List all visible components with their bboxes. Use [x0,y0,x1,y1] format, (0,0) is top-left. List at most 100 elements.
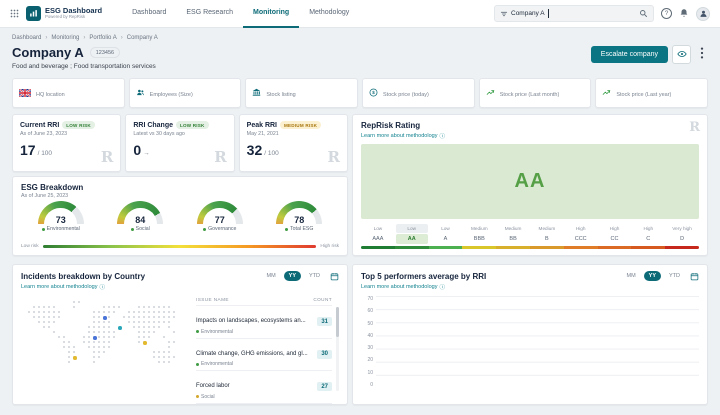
map-dot [103,341,105,343]
global-search-input[interactable]: Company A [494,5,654,22]
info-card-stock-price-today: $ Stock price (today)11'498.00 GBX [362,78,475,108]
learn-more-link[interactable]: Learn more about methodologyⓘ [353,283,707,291]
nav-dashboard[interactable]: Dashboard [122,0,176,28]
breadcrumb-portfolio-a[interactable]: Portfolio A [89,35,116,41]
issue-category-dot [196,330,199,333]
map-dot [153,356,155,358]
watch-company-button[interactable] [672,45,691,64]
rri-value: 0 [133,142,141,158]
app-grid-icon[interactable] [10,9,19,18]
table-row[interactable]: Forced labor Social 27 [196,370,332,403]
scrollbar-thumb[interactable] [336,307,339,337]
map-dot [118,306,120,308]
map-dot [53,311,55,313]
map-dot [168,316,170,318]
issue-category-dot [196,363,199,366]
company-id-badge: 123456 [90,47,120,58]
nav-methodology[interactable]: Methodology [299,0,359,28]
peak-rri-card: Peak RRI MEDIUM RISK May 21, 2021 32/ 10… [239,114,348,172]
period-mm-button[interactable]: MM [621,271,640,281]
rating-grade-label: CCC [565,234,597,244]
map-dot [93,341,95,343]
map-dot [103,336,105,338]
map-incident-marker[interactable] [143,341,147,345]
user-avatar[interactable] [696,7,710,21]
more-options-button[interactable] [695,45,708,64]
breadcrumb-dashboard[interactable]: Dashboard [12,35,41,41]
rating-scale-strip [361,246,395,249]
calendar-button[interactable] [690,272,699,281]
map-incident-marker[interactable] [93,336,97,340]
period-yy-button[interactable]: YY [644,271,661,281]
table-row[interactable]: Climate change, GHG emissions, and gl...… [196,338,332,371]
map-dot [48,316,50,318]
map-incident-marker[interactable] [118,326,122,330]
map-dot [163,321,165,323]
rri-value: 17 [20,142,36,158]
map-dot [103,311,105,313]
rating-scale-strip [665,246,699,249]
rri-denominator: / 100 [264,150,278,157]
primary-nav: Dashboard ESG Research Monitoring Method… [122,0,359,28]
rating-grade-label: C [632,234,664,244]
map-dot [168,346,170,348]
y-axis-tick: 20 [361,357,373,363]
info-icon: ⓘ [99,283,105,291]
rating-risk-label: Low [362,224,394,233]
top5-bars [376,296,699,388]
search-icon[interactable] [639,5,648,23]
rating-grade-label: BBB [463,234,495,244]
period-ytd-button[interactable]: YTD [304,271,325,281]
info-label: Stock price (Last year) [616,92,671,98]
learn-more-link[interactable]: Learn more about methodologyⓘ [361,132,699,140]
nav-esg-research[interactable]: ESG Research [176,0,243,28]
rating-risk-label: Medium [497,224,529,233]
info-label: Stock price (today) [383,92,429,98]
incidents-by-country-card: Incidents breakdown by Country MM YY YTD… [12,264,348,405]
map-dot [158,356,160,358]
period-yy-button[interactable]: YY [284,271,301,281]
map-dot [63,341,65,343]
table-scrollbar[interactable] [336,307,339,391]
learn-more-link[interactable]: Learn more about methodologyⓘ [13,283,347,291]
notifications-button[interactable] [679,6,689,21]
map-dot [163,361,165,363]
table-row[interactable]: Impacts on landscapes, ecosystems an... … [196,305,332,338]
issue-count-badge: 30 [317,350,332,359]
map-dot [68,356,70,358]
map-dot [158,306,160,308]
map-dot [163,356,165,358]
map-dot [163,351,165,353]
map-dot [153,331,155,333]
help-button[interactable]: ? [661,8,672,19]
breadcrumb-monitoring[interactable]: Monitoring [51,35,79,41]
gauge-label: Environmental [47,226,80,232]
map-dot [143,306,145,308]
map-dot [53,321,55,323]
period-mm-button[interactable]: MM [261,271,280,281]
info-card-stock-listing: Stock listingLSE ; NASDAQ [245,78,358,108]
map-dot [143,326,145,328]
map-dot [98,316,100,318]
map-dot [173,316,175,318]
rating-risk-label: Medium [531,224,563,233]
search-value: Company A [511,10,545,17]
uk-flag-icon [19,84,31,103]
column-count: COUNT [313,297,332,302]
map-dot [148,321,150,323]
period-ytd-button[interactable]: YTD [664,271,685,281]
map-dot [33,316,35,318]
table-row[interactable]: Human rights abuses and corporate co... … [196,403,332,406]
map-dot [108,316,110,318]
map-dot [108,311,110,313]
map-incident-marker[interactable] [73,356,77,360]
info-card-stock-price-last-year: Stock price (Last year)+1,021.00 (+12.95… [595,78,708,108]
info-icon: ⓘ [439,283,445,291]
map-incident-marker[interactable] [103,316,107,320]
calendar-button[interactable] [330,272,339,281]
nav-monitoring[interactable]: Monitoring [243,0,299,28]
map-dot [143,331,145,333]
map-dot [88,326,90,328]
escalate-company-button[interactable]: Escalate company [591,46,668,63]
app-logo[interactable]: ESG Dashboard Powered by RepRisk [26,6,102,21]
